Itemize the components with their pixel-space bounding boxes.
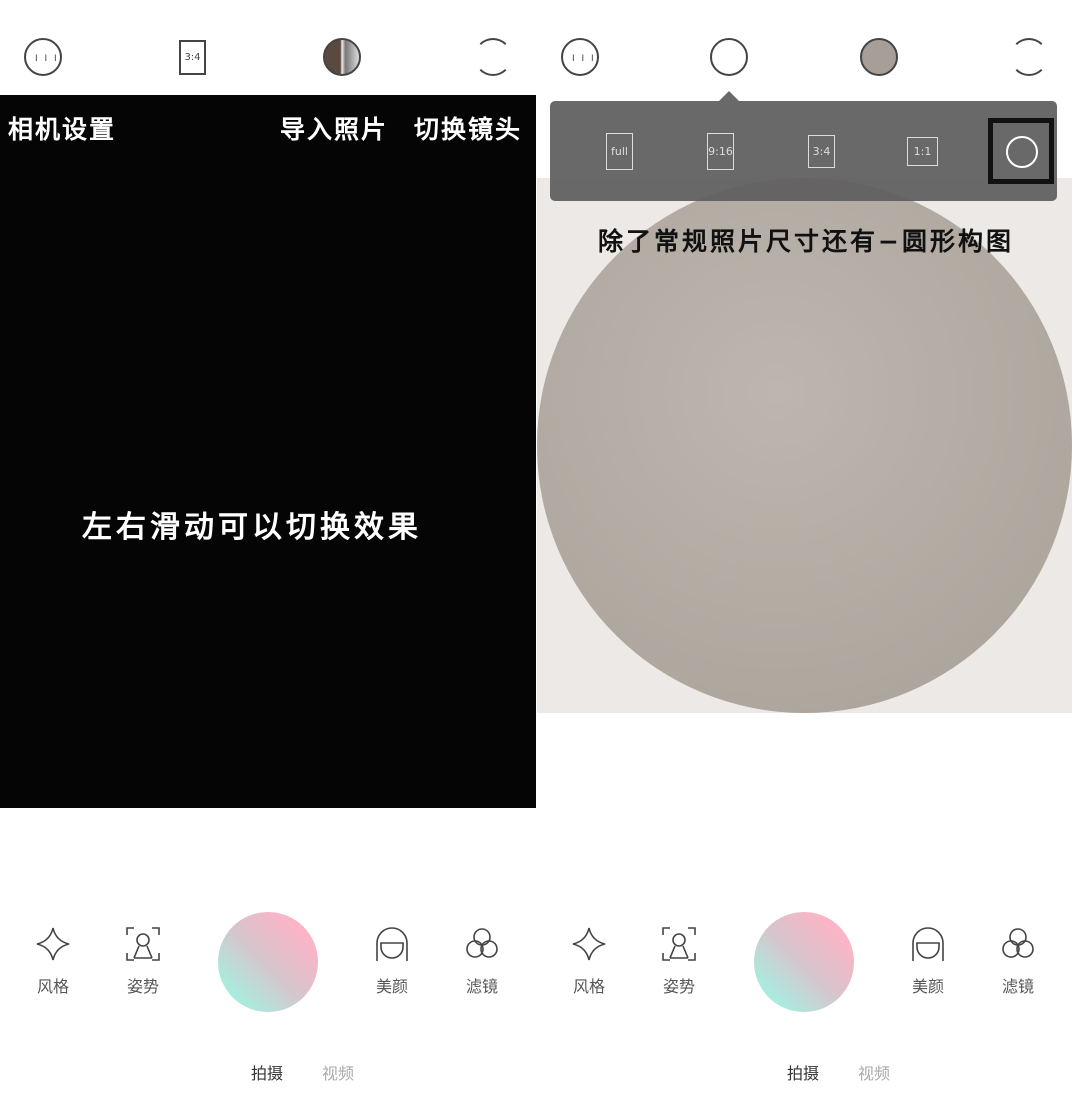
- tool-beauty[interactable]: 美颜: [898, 925, 958, 997]
- mode-photo[interactable]: 拍摄: [787, 1060, 819, 1084]
- annotation-swipe-hint: 左右滑动可以切换效果: [82, 510, 422, 545]
- ratio-option-circle-selected[interactable]: [988, 118, 1054, 184]
- tool-beauty[interactable]: 美颜: [362, 925, 422, 997]
- ratio-option-9-16[interactable]: 9:16: [707, 133, 734, 170]
- settings-icon[interactable]: I I I: [561, 38, 599, 76]
- pose-icon: [126, 927, 160, 961]
- circle-icon: [1006, 136, 1038, 168]
- tool-filter[interactable]: 滤镜: [452, 925, 512, 997]
- pose-icon: [662, 927, 696, 961]
- filter-icon: [466, 928, 498, 958]
- filter-icon: [1002, 928, 1034, 958]
- shutter-button[interactable]: [218, 912, 318, 1012]
- ratio-button[interactable]: 3:4: [179, 40, 206, 75]
- mode-video[interactable]: 视频: [858, 1060, 890, 1084]
- beauty-icon: [376, 927, 408, 961]
- ratio-option-full[interactable]: full: [606, 133, 633, 170]
- circle-ratio-button[interactable]: [710, 38, 748, 76]
- switch-camera-icon[interactable]: [1010, 38, 1048, 76]
- sparkle-icon: [572, 927, 606, 961]
- ratio-option-1-1[interactable]: 1:1: [907, 137, 938, 166]
- settings-icon[interactable]: I I I: [24, 38, 62, 76]
- popup-arrow: [719, 91, 739, 101]
- camera-preview[interactable]: [0, 95, 536, 808]
- sparkle-icon: [36, 927, 70, 961]
- annotation-import-photo: 导入照片: [280, 115, 389, 144]
- gallery-thumbnail[interactable]: [860, 38, 898, 76]
- annotation-switch-lens: 切换镜头: [414, 115, 523, 144]
- shutter-button[interactable]: [754, 912, 854, 1012]
- tool-filter[interactable]: 滤镜: [988, 925, 1048, 997]
- tool-pose[interactable]: 姿势: [113, 925, 173, 997]
- tool-style[interactable]: 风格: [559, 925, 619, 997]
- tool-style[interactable]: 风格: [23, 925, 83, 997]
- circle-preview[interactable]: [537, 178, 1072, 713]
- annotation-circle-composition: 除了常规照片尺寸还有−圆形构图: [598, 227, 1014, 256]
- beauty-icon: [912, 927, 944, 961]
- switch-camera-icon[interactable]: [474, 38, 512, 76]
- gallery-thumbnail[interactable]: [323, 38, 361, 76]
- annotation-camera-settings: 相机设置: [8, 115, 117, 144]
- mode-video[interactable]: 视频: [322, 1060, 354, 1084]
- ratio-option-3-4[interactable]: 3:4: [808, 135, 835, 168]
- mode-photo[interactable]: 拍摄: [251, 1060, 283, 1084]
- tool-pose[interactable]: 姿势: [649, 925, 709, 997]
